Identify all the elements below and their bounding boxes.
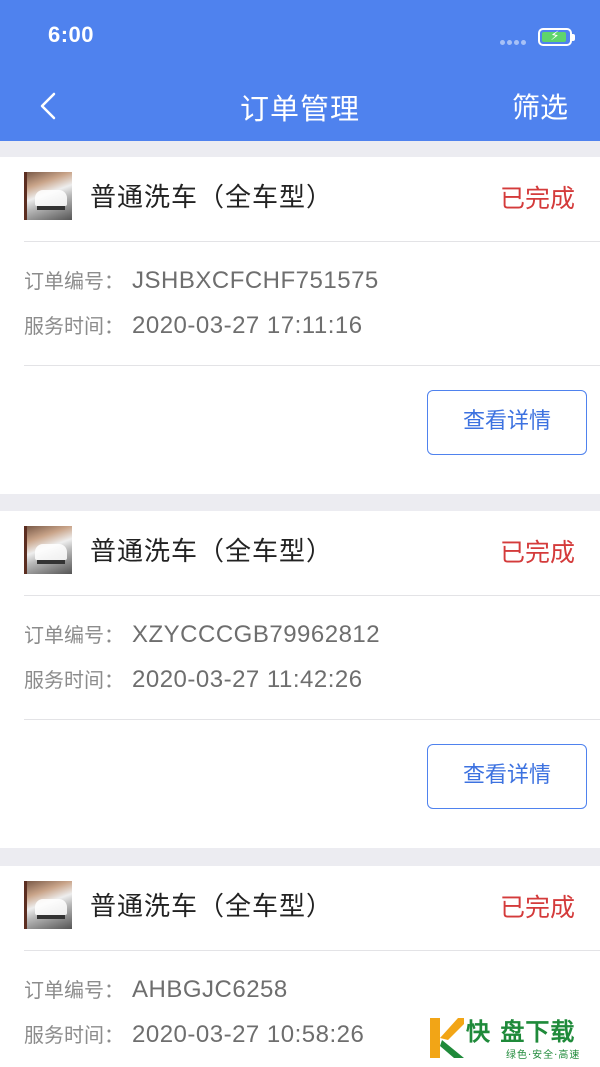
status-badge: 已完成 [499, 184, 575, 213]
service-time-label: 服务时间： [24, 1023, 124, 1047]
divider [24, 241, 600, 242]
car-thumbnail [24, 172, 72, 220]
divider [24, 719, 600, 720]
car-thumbnail [24, 881, 72, 929]
service-name: 普通洗车（全车型） [90, 183, 334, 213]
service-name: 普通洗车（全车型） [90, 537, 334, 567]
status-bar-time: 6:00 [48, 22, 95, 47]
order-number-value: AHBGJC6258 [132, 976, 288, 1003]
status-badge: 已完成 [499, 538, 575, 567]
order-number-row: 订单编号： AHBGJC6258 [24, 974, 288, 1004]
view-details-button[interactable]: 查看详情 [427, 744, 587, 809]
service-time-label: 服务时间： [24, 668, 124, 692]
filter-button[interactable]: 筛选 [512, 86, 568, 126]
watermark-title: 快 盘下载 [466, 1018, 576, 1046]
order-card-header[interactable]: 普通洗车（全车型） 已完成 [0, 866, 600, 951]
watermark-subtitle: 绿色·安全·高速 [506, 1050, 581, 1061]
order-number-row: 订单编号： XZYCCCGB79962812 [24, 619, 380, 649]
signal-icon [500, 40, 530, 46]
order-card-header[interactable]: 普通洗车（全车型） 已完成 [0, 157, 600, 242]
order-number-value: XZYCCCGB79962812 [132, 621, 381, 648]
app-header: 6:00 ⚡ 订单管理 筛选 [0, 0, 600, 141]
order-number-row: 订单编号： JSHBXCFCHF751575 [24, 265, 379, 295]
order-card: 普通洗车（全车型） 已完成 订单编号： XZYCCCGB79962812 服务时间… [0, 511, 600, 848]
service-time-value: 2020-03-27 17:11:16 [132, 312, 363, 339]
watermark-logo: 快 盘下载 绿色·安全·高速 [428, 1012, 598, 1064]
divider [24, 595, 600, 596]
service-time-value: 2020-03-27 10:58:26 [132, 1021, 365, 1048]
service-time-value: 2020-03-27 11:42:26 [132, 666, 363, 693]
service-name: 普通洗车（全车型） [90, 892, 334, 922]
service-time-row: 服务时间： 2020-03-27 10:58:26 [24, 1019, 364, 1049]
view-details-button[interactable]: 查看详情 [427, 390, 587, 455]
divider [24, 365, 600, 366]
status-badge: 已完成 [499, 893, 575, 922]
order-number-value: JSHBXCFCHF751575 [132, 267, 379, 294]
order-number-label: 订单编号： [24, 978, 124, 1002]
k-logo-icon [430, 1018, 464, 1058]
order-card: 普通洗车（全车型） 已完成 订单编号： JSHBXCFCHF751575 服务时间… [0, 157, 600, 494]
order-card-header[interactable]: 普通洗车（全车型） 已完成 [0, 511, 600, 596]
service-time-row: 服务时间： 2020-03-27 11:42:26 [24, 664, 363, 694]
page-title: 订单管理 [239, 92, 360, 126]
service-time-label: 服务时间： [24, 314, 124, 338]
car-thumbnail [24, 526, 72, 574]
service-time-row: 服务时间： 2020-03-27 17:11:16 [24, 310, 363, 340]
divider [24, 950, 600, 951]
order-number-label: 订单编号： [24, 269, 124, 293]
order-number-label: 订单编号： [24, 623, 124, 647]
battery-icon: ⚡ [538, 28, 575, 46]
